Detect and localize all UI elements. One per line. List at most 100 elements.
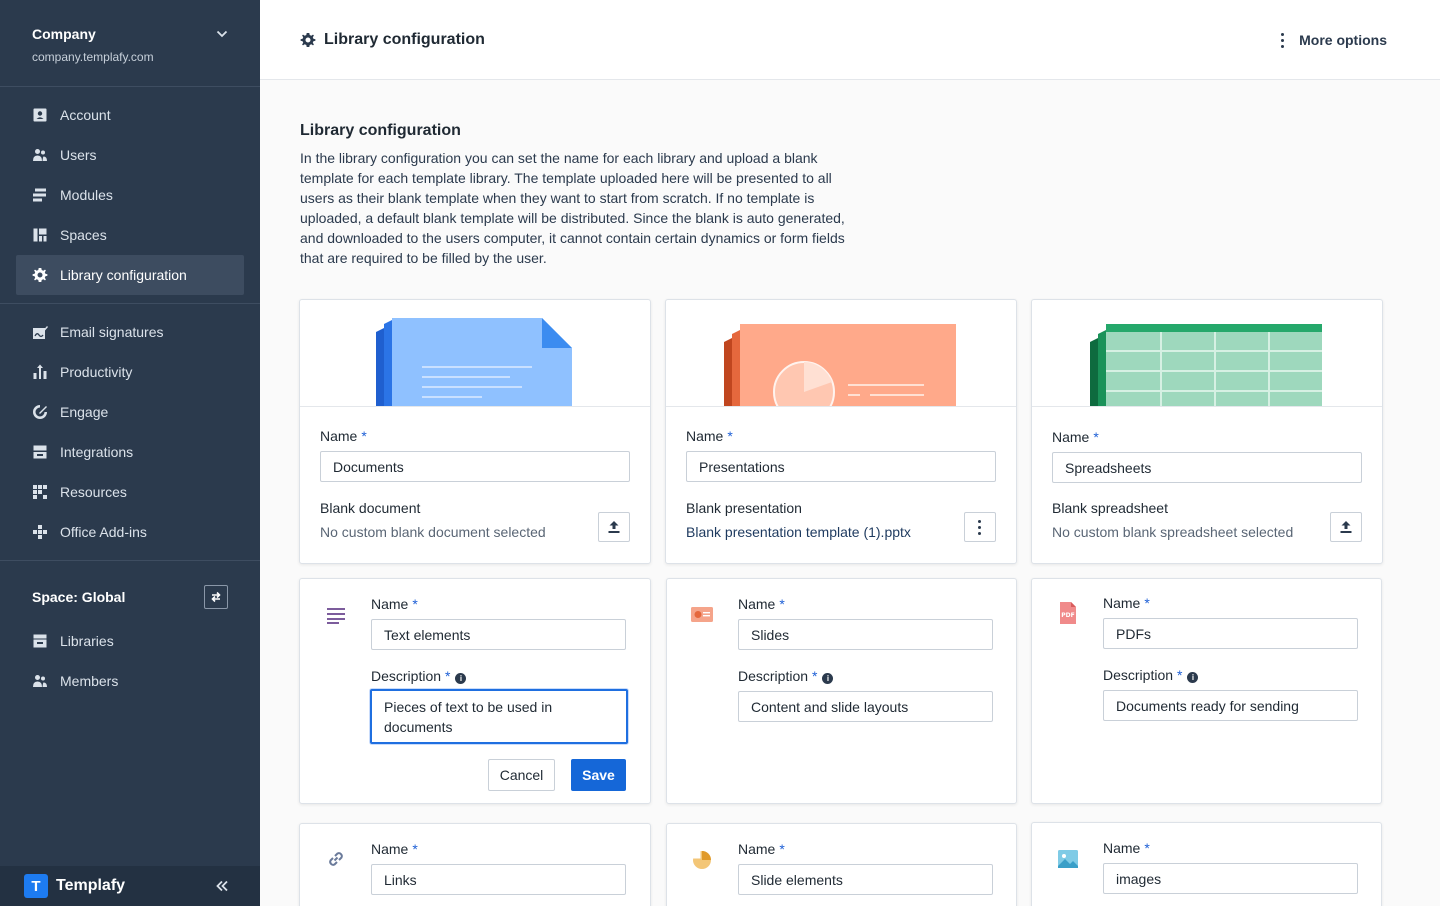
library-name-input[interactable]: Slides bbox=[738, 619, 993, 650]
sidebar-item-label: Email signatures bbox=[60, 324, 164, 340]
pdf-icon: PDF bbox=[1056, 601, 1080, 625]
sidebar-item-spaces[interactable]: Spaces bbox=[16, 215, 244, 255]
sidebar-item-library-configuration[interactable]: Library configuration bbox=[16, 255, 244, 295]
signature-icon bbox=[32, 324, 48, 340]
sidebar-item-label: Account bbox=[60, 107, 111, 123]
more-options-button[interactable]: More options bbox=[1281, 32, 1387, 48]
info-icon[interactable]: i bbox=[455, 673, 467, 684]
sidebar-item-label: Modules bbox=[60, 187, 113, 203]
slide-icon bbox=[690, 602, 714, 626]
sidebar-item-label: Office Add-ins bbox=[60, 524, 147, 540]
upload-blank-button[interactable] bbox=[1330, 512, 1362, 542]
kebab-icon bbox=[1281, 32, 1285, 48]
blank-template-status: No custom blank document selected bbox=[320, 524, 546, 540]
sidebar-item-productivity[interactable]: Productivity bbox=[16, 352, 244, 392]
library-name-input[interactable]: PDFs bbox=[1103, 618, 1358, 649]
library-name-input[interactable]: Documents bbox=[320, 451, 630, 482]
page-title: Library configuration bbox=[300, 31, 485, 49]
chevron-down-icon[interactable] bbox=[216, 28, 228, 40]
description-label: Description * i bbox=[371, 668, 467, 684]
info-icon[interactable]: i bbox=[822, 673, 834, 684]
library-description-input[interactable]: Pieces of text to be used in documents bbox=[370, 689, 628, 744]
section-title: Library configuration bbox=[300, 122, 461, 139]
sidebar: Company company.templafy.com Account Use… bbox=[0, 0, 260, 906]
presentation-illustration bbox=[666, 300, 1016, 407]
spaces-icon bbox=[32, 227, 48, 243]
sidebar-item-email-signatures[interactable]: Email signatures bbox=[16, 312, 244, 352]
members-icon bbox=[32, 673, 48, 689]
integrations-icon bbox=[32, 444, 48, 460]
library-description-input[interactable]: Documents ready for sending bbox=[1103, 690, 1358, 721]
productivity-icon bbox=[32, 364, 48, 380]
library-card-spreadsheets: Name * Spreadsheets Blank spreadsheet No … bbox=[1031, 299, 1383, 564]
sidebar-item-engage[interactable]: Engage bbox=[16, 392, 244, 432]
blank-template-label: Blank presentation bbox=[686, 500, 802, 516]
text-lines-icon bbox=[324, 603, 348, 627]
sidebar-item-modules[interactable]: Modules bbox=[16, 175, 244, 215]
blank-template-file[interactable]: Blank presentation template (1).pptx bbox=[686, 524, 911, 540]
kebab-icon bbox=[978, 519, 982, 535]
space-switch-button[interactable] bbox=[204, 585, 228, 609]
page-title-text: Library configuration bbox=[324, 31, 485, 48]
spreadsheet-illustration bbox=[1032, 300, 1382, 407]
name-label: Name * bbox=[1103, 595, 1150, 611]
sidebar-item-label: Libraries bbox=[60, 633, 114, 649]
library-name-input[interactable]: Links bbox=[371, 864, 626, 895]
add-ins-icon bbox=[32, 524, 48, 540]
sidebar-item-label: Members bbox=[60, 673, 119, 689]
info-icon[interactable]: i bbox=[1187, 672, 1199, 683]
library-name-input[interactable]: Spreadsheets bbox=[1052, 452, 1362, 483]
templafy-logo: T bbox=[24, 874, 48, 898]
sidebar-item-libraries[interactable]: Libraries bbox=[16, 621, 244, 661]
gear-icon bbox=[32, 267, 48, 283]
blank-template-options-button[interactable] bbox=[964, 512, 996, 542]
blank-template-label: Blank spreadsheet bbox=[1052, 500, 1168, 516]
collapse-sidebar-icon[interactable] bbox=[214, 878, 230, 894]
sidebar-divider bbox=[0, 303, 260, 304]
brand-bar: T Templafy bbox=[0, 866, 260, 906]
sidebar-item-resources[interactable]: Resources bbox=[16, 472, 244, 512]
name-label: Name * bbox=[320, 428, 367, 444]
brand-name: Templafy bbox=[56, 877, 126, 894]
sidebar-item-account[interactable]: Account bbox=[16, 95, 244, 135]
modules-icon bbox=[32, 187, 48, 203]
swap-icon bbox=[211, 591, 221, 603]
more-options-label: More options bbox=[1299, 32, 1387, 48]
name-label: Name * bbox=[1052, 429, 1099, 445]
company-domain: company.templafy.com bbox=[32, 50, 154, 64]
sidebar-item-office-add-ins[interactable]: Office Add-ins bbox=[16, 512, 244, 552]
sidebar-item-users[interactable]: Users bbox=[16, 135, 244, 175]
resources-icon bbox=[32, 484, 48, 500]
library-name-input[interactable]: Presentations bbox=[686, 451, 996, 482]
asset-library-card-pdfs: PDF Name * PDFs Description * i Documents r… bbox=[1031, 578, 1382, 804]
library-card-documents: Name * Documents Blank document No custom… bbox=[299, 299, 651, 564]
library-name-input[interactable]: Slide elements bbox=[738, 864, 993, 895]
account-icon bbox=[32, 107, 48, 123]
library-name-input[interactable]: images bbox=[1103, 863, 1358, 894]
description-label: Description * i bbox=[1103, 667, 1199, 683]
company-switcher[interactable]: Company company.templafy.com bbox=[32, 26, 232, 64]
sidebar-item-integrations[interactable]: Integrations bbox=[16, 432, 244, 472]
sidebar-item-label: Resources bbox=[60, 484, 127, 500]
library-name-input[interactable]: Text elements bbox=[371, 619, 626, 650]
sidebar-item-label: Spaces bbox=[60, 227, 107, 243]
sidebar-item-label: Productivity bbox=[60, 364, 133, 380]
upload-icon bbox=[608, 521, 620, 533]
engage-icon bbox=[32, 404, 48, 420]
cancel-button[interactable]: Cancel bbox=[488, 759, 555, 791]
asset-library-card-text-elements: Name * Text elements Description * i Pieces… bbox=[299, 578, 651, 804]
save-button[interactable]: Save bbox=[571, 759, 626, 791]
library-description-input[interactable]: Content and slide layouts bbox=[738, 691, 993, 722]
blank-template-status: No custom blank spreadsheet selected bbox=[1052, 524, 1294, 540]
sidebar-item-members[interactable]: Members bbox=[16, 661, 244, 701]
asset-library-card-images: Name * images bbox=[1031, 822, 1382, 906]
image-icon bbox=[1056, 847, 1080, 871]
upload-blank-button[interactable] bbox=[598, 512, 630, 542]
asset-library-card-slides: Name * Slides Description * i Content and s… bbox=[666, 578, 1017, 804]
section-description: In the library configuration you can set… bbox=[300, 150, 845, 266]
name-label: Name * bbox=[738, 596, 785, 612]
blank-template-label: Blank document bbox=[320, 500, 421, 516]
libraries-icon bbox=[32, 633, 48, 649]
name-label: Name * bbox=[371, 841, 418, 857]
space-label: Space: Global bbox=[32, 589, 126, 605]
